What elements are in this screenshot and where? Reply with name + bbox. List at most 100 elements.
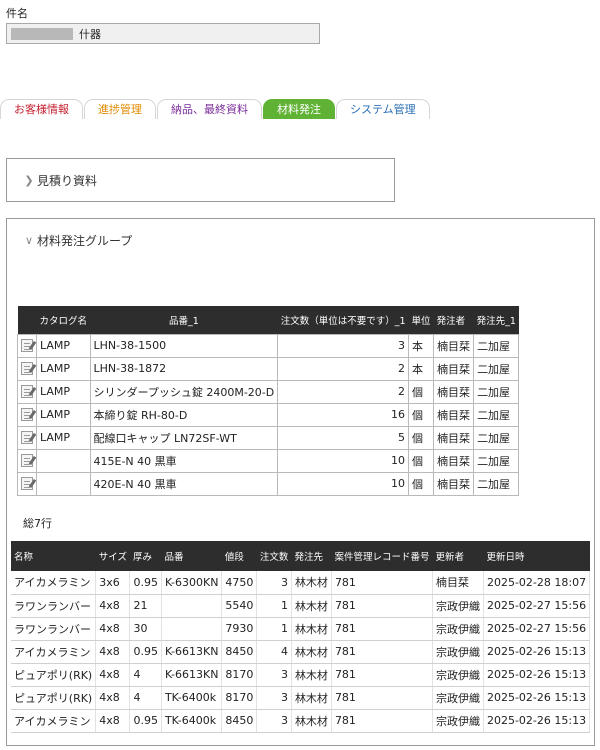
unit-cell: 本 xyxy=(408,333,435,358)
edit-icon[interactable] xyxy=(21,454,33,468)
edit-icon[interactable] xyxy=(21,431,33,445)
qty-cell: 3 xyxy=(256,709,292,733)
price-cell: 8450 xyxy=(221,709,258,733)
col-header: 更新者 xyxy=(432,541,484,571)
updater-cell: 宗政伊織 xyxy=(432,663,484,687)
unit-cell: 個 xyxy=(408,471,435,496)
orderer-cell: 楠目栞 xyxy=(433,379,475,404)
part-cell: 415E-N 40 黒車 xyxy=(89,448,279,473)
price-cell: 8450 xyxy=(221,640,258,664)
qty-cell: 10 xyxy=(277,448,410,473)
record-cell: 781 xyxy=(331,617,433,641)
table-row[interactable]: アイカメラミン 4x8 0.95 TK-6400k 8450 3 林木材 781 宗政伊織 202… xyxy=(11,709,591,733)
catalog-cell: LAMP xyxy=(36,425,91,450)
table-row[interactable]: ラワンランバー 4x8 21 5540 1 林木材 781 宗政伊織 2025-02-27 15… xyxy=(11,594,591,618)
case-name-value: 什器 xyxy=(79,27,101,41)
supplier-cell: 林木材 xyxy=(291,686,332,710)
updated-cell: 2025-02-26 15:13 xyxy=(483,640,591,664)
part-cell: LHN-38-1500 xyxy=(89,333,279,358)
tab-progress[interactable]: 進捗管理 xyxy=(84,99,156,119)
name-cell: アイカメラミン xyxy=(11,709,97,733)
table-row[interactable]: ピュアポリ(RK) 4x8 4 TK-6400k 8170 3 林木材 781 宗政伊織 2025… xyxy=(11,686,591,710)
supplier-cell: 二加屋 xyxy=(473,379,520,404)
edit-cell[interactable] xyxy=(17,448,37,473)
record-cell: 781 xyxy=(331,594,433,618)
table-row: LAMP 配線口キャップ LN72SF-WT 5 個楠目栞 二加屋 xyxy=(17,425,520,450)
qty-cell: 1 xyxy=(256,594,292,618)
col-header: 名称 xyxy=(11,541,96,571)
edit-cell[interactable] xyxy=(17,471,37,496)
col-header: 発注先_1 xyxy=(473,306,519,334)
catalog-cell: LAMP xyxy=(36,402,91,427)
updater-cell: 宗政伊織 xyxy=(432,617,484,641)
size-cell: 3x6 xyxy=(95,571,131,595)
edit-cell[interactable] xyxy=(17,356,37,381)
materials-header-row: 名称 サイズ 厚み 品番 値段 注文数 発注先 案件管理レコード番号 更新者 更… xyxy=(11,541,590,571)
qty-cell: 4 xyxy=(256,640,292,664)
col-header: 品番 xyxy=(161,541,222,571)
tab-customer-info[interactable]: お客様情報 xyxy=(0,99,83,119)
updated-cell: 2025-02-26 15:13 xyxy=(483,663,591,687)
chevron-right-icon: ❯ xyxy=(24,173,34,187)
orderer-cell: 楠目栞 xyxy=(433,356,475,381)
updater-cell: 宗政伊織 xyxy=(432,686,484,710)
price-cell: 5540 xyxy=(221,594,258,618)
edit-icon[interactable] xyxy=(21,339,33,353)
supplier-cell: 二加屋 xyxy=(473,356,520,381)
table-row: LAMP LHN-38-1500 3 本楠目栞 二加屋 xyxy=(17,333,520,358)
order-group-header[interactable]: ∨ 材料発注グループ xyxy=(21,232,132,249)
tab-material-order[interactable]: 材料発注 xyxy=(263,99,335,119)
qty-cell: 10 xyxy=(277,471,410,496)
part-cell: TK-6400k xyxy=(161,686,223,710)
updater-cell: 宗政伊織 xyxy=(432,709,484,733)
thick-cell: 4 xyxy=(129,686,162,710)
unit-cell: 個 xyxy=(408,448,435,473)
supplier-cell: 林木材 xyxy=(291,594,332,618)
edit-icon[interactable] xyxy=(21,362,33,376)
tab-system-admin[interactable]: システム管理 xyxy=(336,99,430,119)
catalog-cell xyxy=(36,448,91,473)
edit-cell[interactable] xyxy=(17,379,37,404)
supplier-cell: 林木材 xyxy=(291,617,332,641)
record-cell: 781 xyxy=(331,686,433,710)
col-header: 値段 xyxy=(221,541,257,571)
updated-cell: 2025-02-27 15:56 xyxy=(483,617,591,641)
col-header: 注文数（単位は不要です）_1 xyxy=(277,306,409,334)
edit-cell[interactable] xyxy=(17,333,37,358)
edit-icon[interactable] xyxy=(21,408,33,422)
catalog-cell xyxy=(36,471,91,496)
table-row[interactable]: アイカメラミン 3x6 0.95 K-6300KN 4750 3 林木材 781 楠目栞 2025… xyxy=(11,571,591,595)
part-cell: シリンダープッシュ錠 2400M-20-D xyxy=(89,379,279,404)
qty-cell: 3 xyxy=(256,686,292,710)
updated-cell: 2025-02-26 15:13 xyxy=(483,709,591,733)
orders-header-row: カタログ名 品番_1 注文数（単位は不要です）_1 単位 発注者 発注先_1 xyxy=(17,306,519,334)
size-cell: 4x8 xyxy=(95,709,131,733)
part-cell xyxy=(161,617,223,641)
updater-cell: 宗政伊織 xyxy=(432,640,484,664)
supplier-cell: 林木材 xyxy=(291,571,332,595)
name-cell: ラワンランバー xyxy=(11,617,97,641)
supplier-cell: 林木材 xyxy=(291,640,332,664)
edit-icon[interactable] xyxy=(21,477,33,491)
table-row: 420E-N 40 黒車 10 個楠目栞 二加屋 xyxy=(17,471,520,496)
edit-icon[interactable] xyxy=(21,385,33,399)
price-cell: 7930 xyxy=(221,617,258,641)
edit-cell[interactable] xyxy=(17,402,37,427)
table-row[interactable]: ラワンランバー 4x8 30 7930 1 林木材 781 宗政伊織 2025-02-27 15… xyxy=(11,617,591,641)
qty-cell: 2 xyxy=(277,356,410,381)
part-cell xyxy=(161,594,223,618)
estimate-panel[interactable]: ❯ 見積り資料 xyxy=(6,158,395,202)
part-cell: K-6613KN xyxy=(161,640,223,664)
materials-table: 名称 サイズ 厚み 品番 値段 注文数 発注先 案件管理レコード番号 更新者 更… xyxy=(11,541,591,733)
col-header: 発注先 xyxy=(291,541,332,571)
col-header: 更新日時 xyxy=(483,541,590,571)
tab-delivery-docs[interactable]: 納品、最終資料 xyxy=(157,99,262,119)
case-name-field[interactable]: 什器 xyxy=(6,23,320,44)
table-row[interactable]: アイカメラミン 4x8 0.95 K-6613KN 8450 4 林木材 781 宗政伊織 202… xyxy=(11,640,591,664)
table-row[interactable]: ピュアポリ(RK) 4x8 4 K-6613KN 8170 3 林木材 781 宗政伊織 2025… xyxy=(11,663,591,687)
part-cell: 本締り錠 RH-80-D xyxy=(89,402,279,427)
name-cell: ピュアポリ(RK) xyxy=(11,686,97,710)
qty-cell: 1 xyxy=(256,617,292,641)
edit-cell[interactable] xyxy=(17,425,37,450)
col-header: 案件管理レコード番号 xyxy=(331,541,433,571)
